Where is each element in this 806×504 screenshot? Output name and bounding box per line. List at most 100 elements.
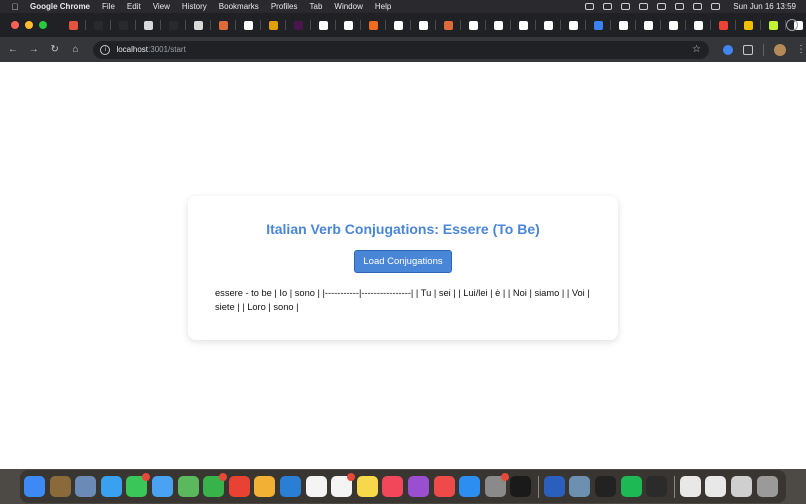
url-host: localhost bbox=[116, 45, 149, 54]
finder-icon[interactable] bbox=[24, 476, 45, 497]
preview-icon[interactable] bbox=[569, 476, 591, 497]
browser-tab[interactable] bbox=[161, 13, 186, 37]
browser-tab[interactable] bbox=[561, 13, 586, 37]
mission-control-icon[interactable] bbox=[75, 476, 97, 497]
browser-tab[interactable] bbox=[61, 13, 86, 37]
browser-tab[interactable] bbox=[261, 13, 286, 37]
browser-tab[interactable] bbox=[736, 13, 761, 37]
notes-icon[interactable] bbox=[356, 476, 378, 497]
trash-icon[interactable] bbox=[756, 476, 778, 497]
browser-tab[interactable] bbox=[386, 13, 411, 37]
music-icon[interactable] bbox=[382, 476, 404, 497]
word-icon[interactable] bbox=[543, 476, 565, 497]
chrome-icon[interactable] bbox=[228, 476, 250, 497]
tab-favicon-icon bbox=[369, 20, 378, 30]
menu-help[interactable]: Help bbox=[375, 2, 391, 11]
profile-avatar[interactable] bbox=[774, 43, 787, 56]
reminders-icon[interactable] bbox=[331, 473, 356, 497]
photos-icon[interactable] bbox=[254, 476, 276, 497]
document-icon[interactable] bbox=[679, 476, 701, 497]
spotify-icon[interactable] bbox=[620, 476, 642, 497]
facetime-icon[interactable] bbox=[203, 473, 228, 497]
home-icon[interactable]: ⌂ bbox=[66, 44, 86, 55]
site-info-icon[interactable]: i bbox=[100, 44, 111, 55]
menu-clock[interactable]: Sun Jun 16 13:59 bbox=[733, 2, 796, 11]
menu-edit[interactable]: Edit bbox=[127, 2, 141, 11]
browser-tab[interactable] bbox=[636, 13, 661, 37]
browser-tab[interactable] bbox=[711, 13, 736, 37]
browser-tab[interactable] bbox=[536, 13, 561, 37]
forward-arrow-icon[interactable]: → bbox=[24, 44, 44, 55]
browser-tab[interactable] bbox=[761, 13, 786, 37]
vscode-icon[interactable] bbox=[279, 476, 301, 497]
menu-history[interactable]: History bbox=[182, 2, 207, 11]
spotlight-icon[interactable] bbox=[693, 3, 703, 10]
app-store-icon[interactable] bbox=[459, 476, 481, 497]
screen-icon[interactable] bbox=[731, 476, 753, 497]
tab-search-icon[interactable] bbox=[786, 19, 798, 31]
podcasts-icon[interactable] bbox=[407, 476, 429, 497]
menu-tab[interactable]: Tab bbox=[310, 2, 323, 11]
browser-tab[interactable] bbox=[361, 13, 386, 37]
browser-tab[interactable] bbox=[486, 13, 511, 37]
tab-favicon-icon bbox=[169, 20, 178, 30]
safari-icon[interactable] bbox=[100, 476, 122, 497]
cursor-icon[interactable] bbox=[595, 476, 617, 497]
browser-tab[interactable] bbox=[86, 13, 111, 37]
browser-tab[interactable] bbox=[661, 13, 686, 37]
menu-view[interactable]: View bbox=[153, 2, 170, 11]
load-conjugations-button[interactable]: Load Conjugations bbox=[354, 250, 452, 273]
apple-menu-icon[interactable]:  bbox=[11, 2, 19, 12]
terminal-icon[interactable] bbox=[646, 476, 668, 497]
browser-tab[interactable] bbox=[611, 13, 636, 37]
menu-app-name[interactable]: Google Chrome bbox=[30, 2, 90, 11]
reload-icon[interactable]: ↻ bbox=[45, 44, 65, 55]
address-bar[interactable]: i localhost:3001/start ☆ bbox=[93, 40, 710, 59]
wifi-icon[interactable] bbox=[675, 3, 685, 10]
browser-tab[interactable] bbox=[186, 13, 211, 37]
bluetooth-icon[interactable] bbox=[585, 3, 595, 10]
menu-bookmarks[interactable]: Bookmarks bbox=[219, 2, 259, 11]
menu-profiles[interactable]: Profiles bbox=[271, 2, 298, 11]
browser-tab[interactable] bbox=[586, 13, 611, 37]
calendar-icon[interactable] bbox=[305, 476, 327, 497]
browser-tab[interactable] bbox=[436, 13, 461, 37]
now-playing-icon[interactable] bbox=[639, 3, 649, 10]
browser-tab[interactable] bbox=[311, 13, 336, 37]
browser-tab[interactable] bbox=[136, 13, 161, 37]
browser-tab[interactable] bbox=[511, 13, 536, 37]
battery-icon[interactable] bbox=[657, 3, 667, 10]
menu-file[interactable]: File bbox=[102, 2, 115, 11]
browser-tab[interactable] bbox=[111, 13, 136, 37]
browser-tab[interactable] bbox=[411, 13, 436, 37]
close-window-button[interactable] bbox=[11, 21, 19, 29]
browser-tab[interactable] bbox=[686, 13, 711, 37]
system-settings-icon[interactable] bbox=[484, 473, 509, 497]
tab-favicon-icon bbox=[669, 20, 678, 30]
document-c-icon[interactable] bbox=[705, 476, 727, 497]
mail-icon[interactable] bbox=[151, 476, 173, 497]
zoom-window-button[interactable] bbox=[39, 21, 47, 29]
minimize-window-button[interactable] bbox=[25, 21, 33, 29]
tab-favicon-icon bbox=[194, 20, 203, 30]
bookmark-star-icon[interactable]: ☆ bbox=[692, 44, 701, 55]
browser-tab[interactable] bbox=[461, 13, 486, 37]
control-center-icon[interactable] bbox=[711, 3, 721, 10]
browser-tab[interactable] bbox=[336, 13, 361, 37]
maps-icon[interactable] bbox=[177, 476, 199, 497]
focus-icon[interactable] bbox=[621, 3, 631, 10]
tab-favicon-icon bbox=[619, 20, 628, 30]
news-icon[interactable] bbox=[433, 476, 455, 497]
tv-icon[interactable] bbox=[510, 476, 532, 497]
browser-tab[interactable] bbox=[286, 13, 311, 37]
menu-kebab-icon[interactable]: ⋮ bbox=[796, 44, 806, 55]
launchpad-icon[interactable] bbox=[49, 476, 71, 497]
menu-window[interactable]: Window bbox=[334, 2, 362, 11]
back-arrow-icon[interactable]: ← bbox=[3, 44, 23, 55]
browser-tab[interactable] bbox=[211, 13, 236, 37]
browser-tab[interactable] bbox=[236, 13, 261, 37]
screen-mirroring-icon[interactable] bbox=[603, 3, 613, 10]
messages-icon[interactable] bbox=[126, 473, 151, 497]
extensions-puzzle-icon[interactable] bbox=[743, 44, 754, 55]
extension-icon[interactable] bbox=[723, 44, 734, 55]
